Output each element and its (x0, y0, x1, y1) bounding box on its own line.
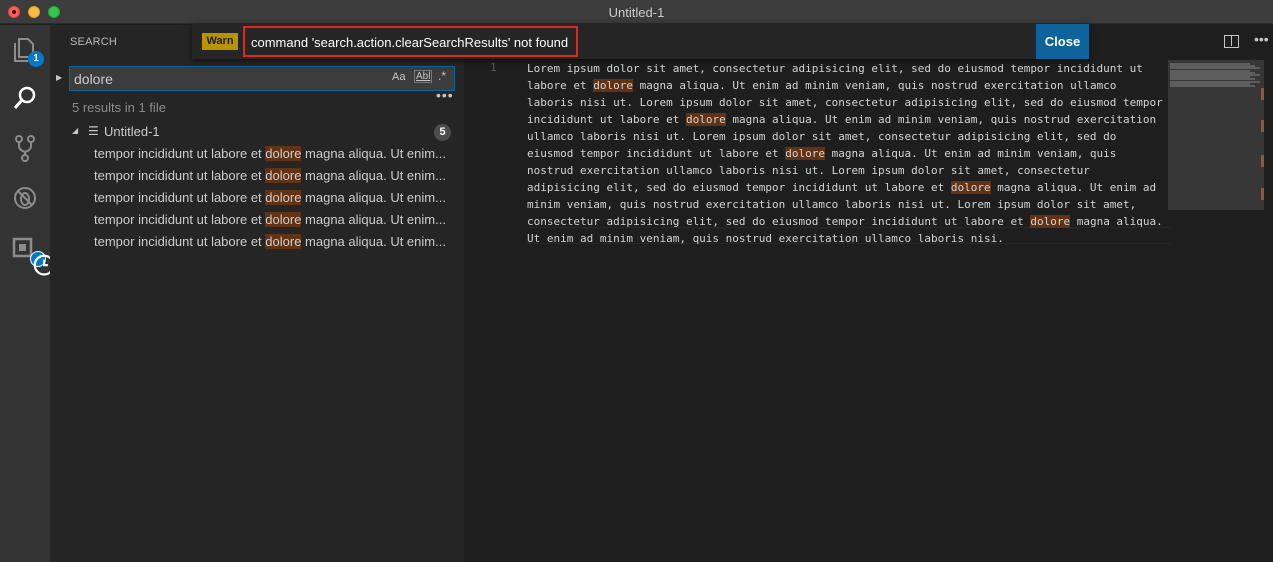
code-match-highlight: dolore (950, 181, 991, 194)
title-bar: Untitled-1 (0, 0, 1273, 24)
match-text-before: tempor incididunt ut labore et (94, 146, 266, 161)
code-text: Lorem ipsum dolor sit amet, consectetur … (527, 62, 1143, 75)
match-row[interactable]: tempor incididunt ut labore et dolore ma… (94, 232, 466, 252)
code-match-highlight: dolore (685, 113, 726, 126)
match-text-after: magna aliqua. Ut enim... (301, 190, 446, 205)
match-row[interactable]: tempor incididunt ut labore et dolore ma… (94, 144, 466, 164)
code-line: adipisicing elit, sed do eiusmod tempor … (527, 179, 1170, 196)
code-text: eiusmod tempor incididunt ut labore et (527, 147, 786, 160)
code-line: nostrud exercitation ullamco laboris nis… (527, 162, 1170, 179)
source-control-icon (15, 135, 35, 162)
editor[interactable]: ••• 1 Lorem ipsum dolor sit amet, consec… (464, 25, 1273, 562)
activity-source-control[interactable] (10, 133, 40, 163)
file-lines-icon: ☰ (88, 124, 99, 138)
match-whole-word-icon[interactable]: Abl (414, 70, 433, 83)
activity-search[interactable] (10, 83, 40, 113)
minimap[interactable] (1168, 60, 1264, 210)
close-button[interactable]: Close (1036, 24, 1089, 59)
code-text: minim veniam, quis nostrud exercitation … (527, 198, 1137, 211)
match-row[interactable]: tempor incididunt ut labore et dolore ma… (94, 166, 466, 186)
collapse-icon[interactable]: ◢ (72, 126, 78, 135)
match-text-before: tempor incididunt ut labore et (94, 212, 266, 227)
split-editor-icon[interactable] (1224, 35, 1239, 48)
use-regex-icon[interactable]: .* (438, 69, 446, 83)
match-text-after: magna aliqua. Ut enim... (301, 168, 446, 183)
match-text-after: magna aliqua. Ut enim... (301, 146, 446, 161)
code-match-highlight: dolore (785, 147, 826, 160)
code-text: labore et (527, 79, 594, 92)
code-text: Ut enim ad minim veniam, quis nostrud ex… (527, 232, 1004, 245)
search-icon (13, 86, 36, 109)
code-text: consectetur adipisicing elit, sed do eiu… (527, 215, 1031, 228)
code-text: magna aliqua. Ut enim ad (990, 181, 1157, 194)
activity-bar: 1 (0, 25, 55, 562)
notification-message-box: command 'search.action.clearSearchResult… (243, 26, 578, 57)
code-line: incididunt ut labore et dolore magna ali… (527, 111, 1170, 128)
code-text: magna aliqua. Ut enim ad minim veniam, q… (632, 79, 1117, 92)
code-line: Lorem ipsum dolor sit amet, consectetur … (527, 60, 1170, 77)
warning-badge: Warn (202, 33, 238, 50)
line-number: 1 (490, 61, 497, 74)
scrollbar[interactable] (1264, 60, 1273, 562)
code-text: magna aliqua. Ut enim ad minim veniam, q… (725, 113, 1157, 126)
code-content[interactable]: Lorem ipsum dolor sit amet, consectetur … (527, 60, 1170, 247)
code-match-highlight: dolore (593, 79, 633, 92)
match-text-after: magna aliqua. Ut enim... (301, 234, 446, 249)
activity-extensions[interactable] (10, 233, 55, 276)
match-case-icon[interactable]: Aa (392, 71, 405, 83)
match-text-before: tempor incididunt ut labore et (94, 234, 266, 249)
match-text-before: tempor incididunt ut labore et (94, 190, 266, 205)
code-line: ullamco laboris nisi ut. Lorem ipsum dol… (527, 128, 1170, 145)
code-line: minim veniam, quis nostrud exercitation … (527, 196, 1170, 213)
code-text: nostrud exercitation ullamco laboris nis… (527, 164, 1090, 177)
match-highlight: dolore (265, 234, 302, 249)
search-box: Aa Abl .* (69, 66, 455, 91)
notification-bar: Warn command 'search.action.clearSearchR… (192, 24, 1089, 59)
window-title: Untitled-1 (608, 5, 665, 20)
result-file-name: Untitled-1 (104, 124, 160, 139)
code-text: magna aliqua. Ut enim ad minim veniam, q… (825, 147, 1117, 160)
code-text: magna aliqua. (1070, 215, 1163, 228)
activity-debug[interactable] (10, 183, 40, 213)
search-input[interactable] (74, 70, 374, 88)
code-text: ullamco laboris nisi ut. Lorem ipsum dol… (527, 130, 1117, 143)
results-summary: 5 results in 1 file (72, 100, 166, 115)
toggle-replace-icon[interactable]: ▶ (56, 73, 62, 82)
match-highlight: dolore (265, 212, 302, 227)
match-text-after: magna aliqua. Ut enim... (301, 212, 446, 227)
code-match-highlight: dolore (1030, 215, 1071, 228)
match-highlight: dolore (265, 190, 302, 205)
code-text: adipisicing elit, sed do eiusmod tempor … (527, 181, 951, 194)
activity-explorer[interactable]: 1 (10, 35, 44, 67)
match-row[interactable]: tempor incididunt ut labore et dolore ma… (94, 210, 466, 230)
code-line: eiusmod tempor incididunt ut labore et d… (527, 145, 1170, 162)
code-line: consectetur adipisicing elit, sed do eiu… (527, 213, 1170, 230)
result-count-badge: 5 (434, 124, 451, 141)
match-text-before: tempor incididunt ut labore et (94, 168, 266, 183)
code-text: incididunt ut labore et (527, 113, 686, 126)
code-line: laboris nisi ut. Lorem ipsum dolor sit a… (527, 94, 1170, 111)
sidebar-title: SEARCH (70, 36, 118, 48)
more-actions-icon[interactable]: ••• (1254, 31, 1269, 47)
notification-message: command 'search.action.clearSearchResult… (251, 35, 569, 50)
match-highlight: dolore (265, 146, 302, 161)
code-line: Ut enim ad minim veniam, quis nostrud ex… (527, 230, 1170, 247)
explorer-badge: 1 (28, 51, 44, 67)
match-highlight: dolore (265, 168, 302, 183)
result-file-row[interactable]: ◢ ☰ Untitled-1 5 (50, 122, 464, 142)
debug-icon (14, 187, 36, 209)
search-details-toggle[interactable]: ••• (436, 87, 454, 103)
code-line: labore et dolore magna aliqua. Ut enim a… (527, 77, 1170, 94)
minimap-line (1170, 85, 1255, 87)
match-row[interactable]: tempor incididunt ut labore et dolore ma… (94, 188, 466, 208)
code-text: laboris nisi ut. Lorem ipsum dolor sit a… (527, 96, 1163, 109)
clock-icon (30, 251, 55, 276)
search-sidebar: SEARCH ▶ Aa Abl .* ••• 5 results in 1 fi… (50, 25, 464, 562)
